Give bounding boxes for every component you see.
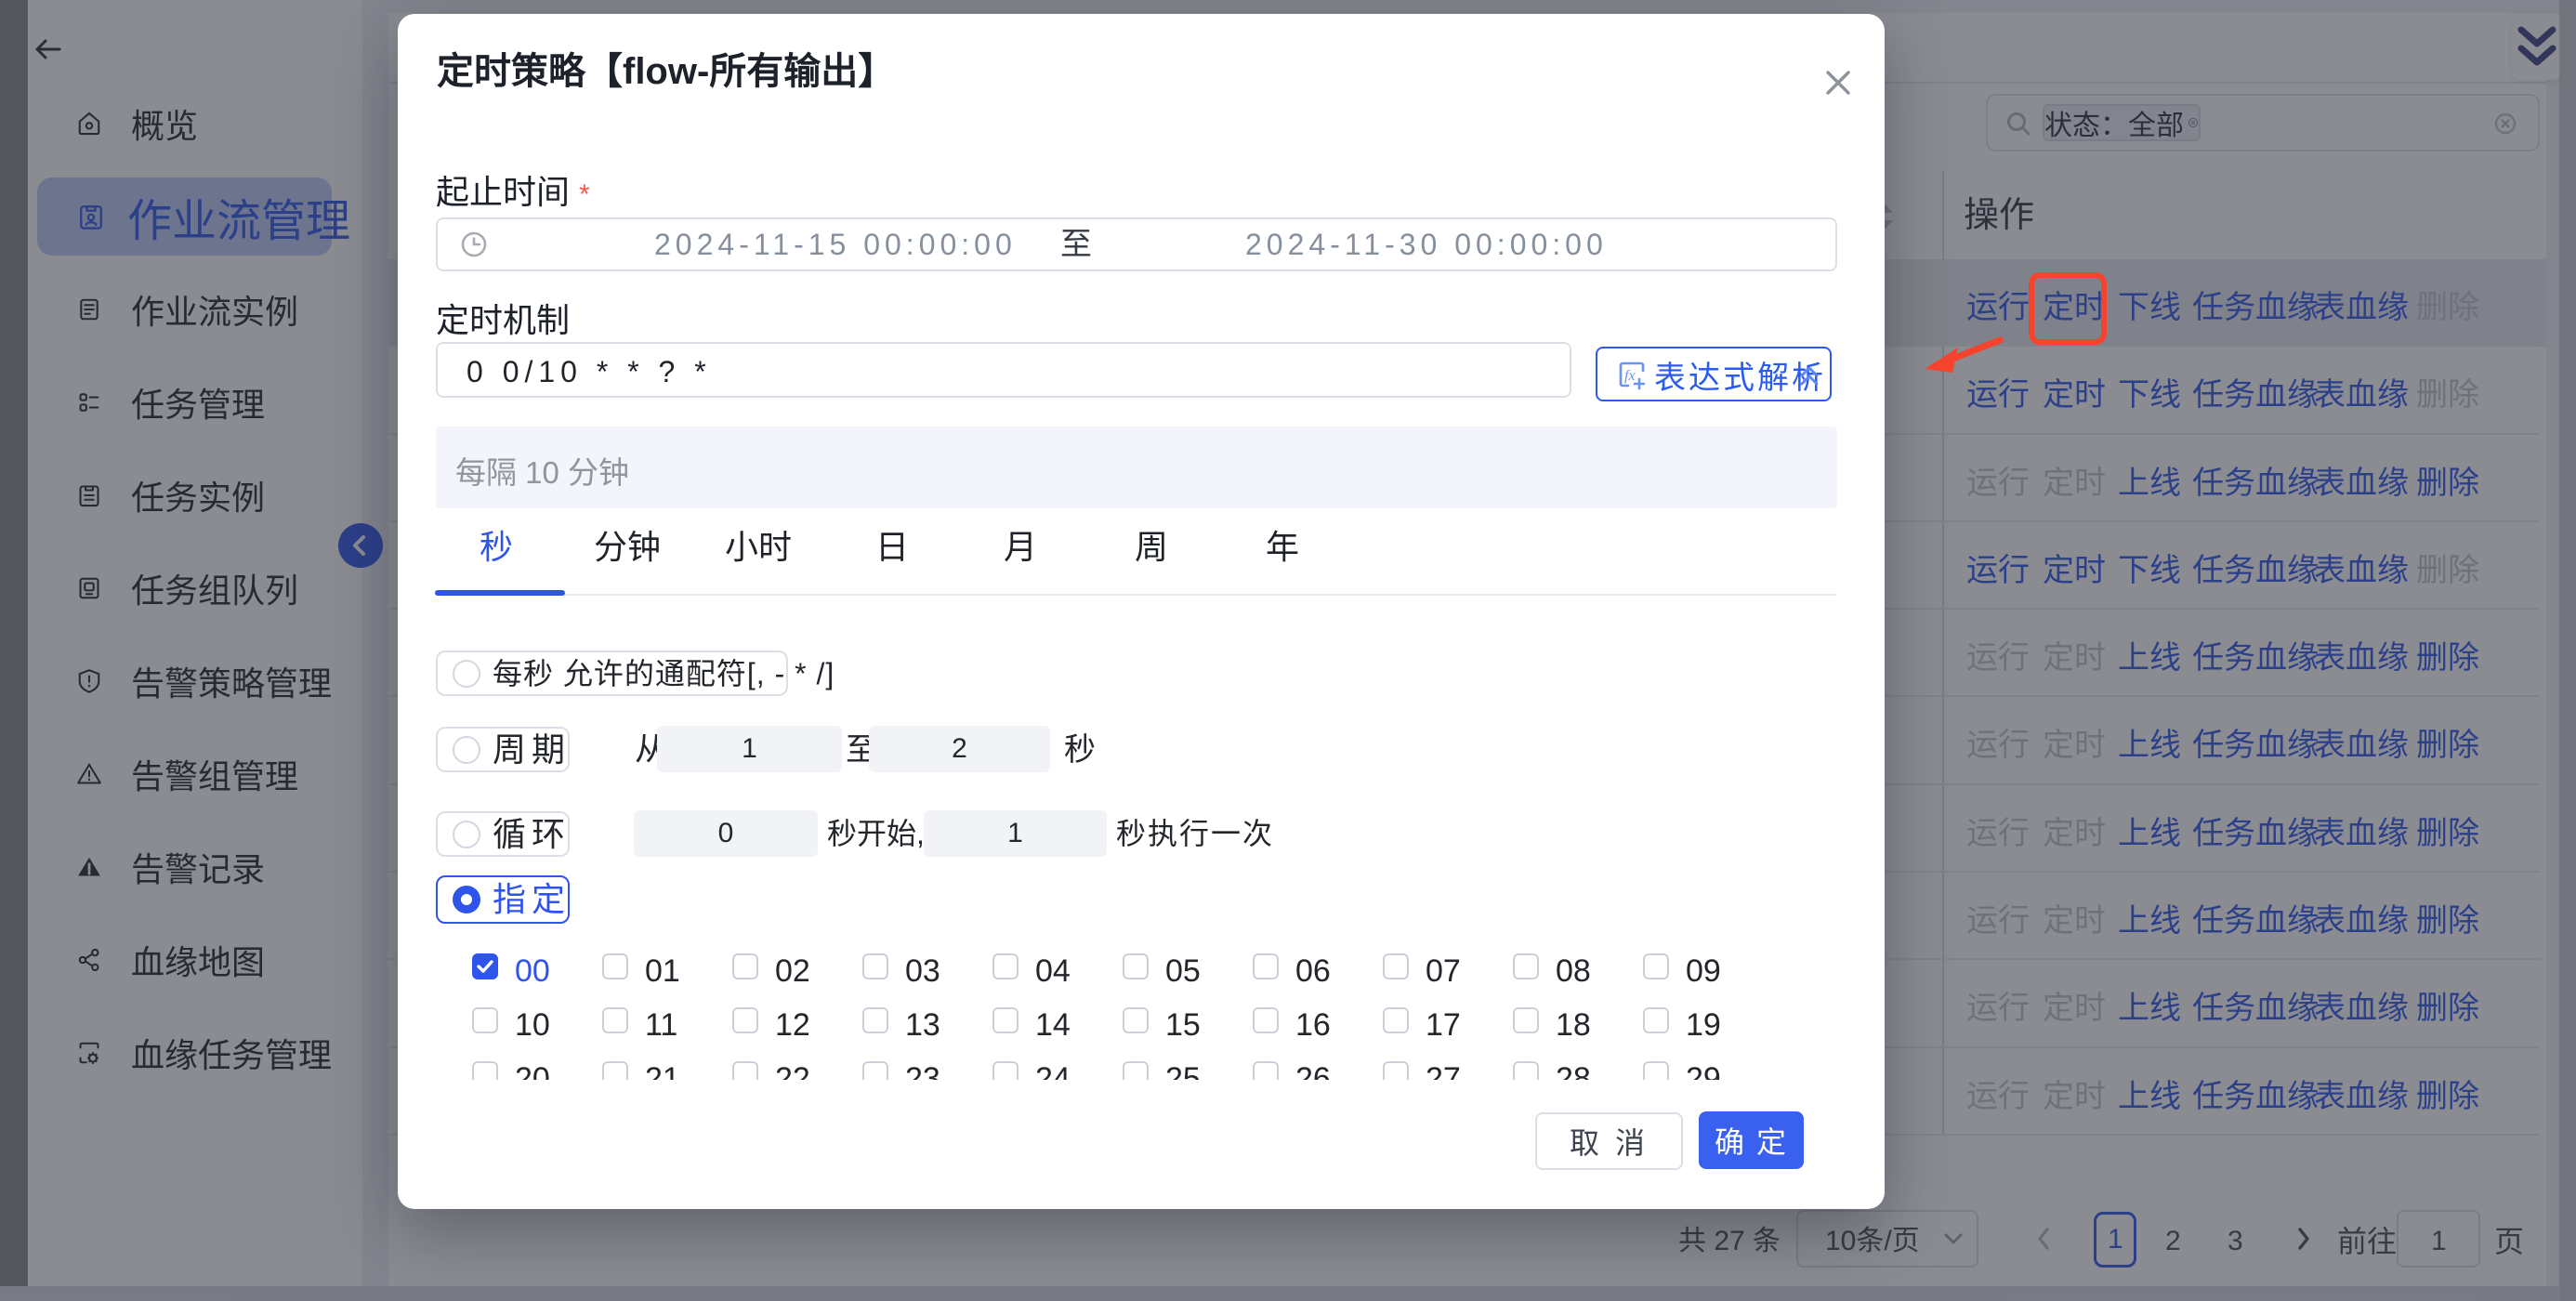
svg-text:fx: fx — [1624, 368, 1636, 384]
